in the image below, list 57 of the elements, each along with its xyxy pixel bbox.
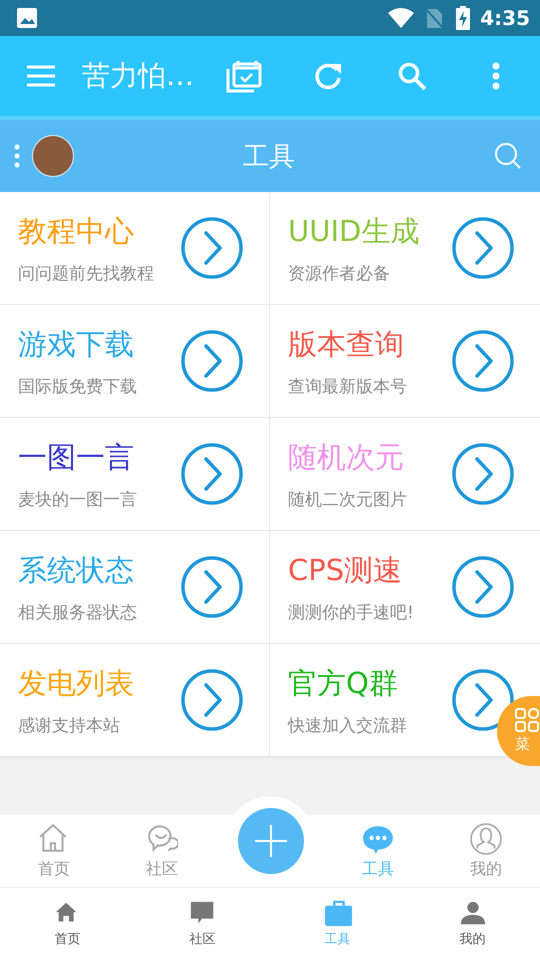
- chevron-circle-icon[interactable]: [452, 556, 514, 618]
- plus-icon: [254, 824, 288, 858]
- tool-description: 查询最新版本号: [288, 376, 407, 398]
- tool-title[interactable]: 版本查询: [288, 324, 404, 364]
- tab-item[interactable]: 我的: [458, 900, 486, 948]
- tool-title[interactable]: 一图一言: [18, 438, 134, 478]
- tool-description: 资源作者必备: [288, 262, 390, 284]
- search-icon[interactable]: [494, 142, 522, 170]
- tab-item[interactable]: 首页: [38, 822, 70, 880]
- chevron-circle-icon[interactable]: [181, 330, 243, 392]
- tool-title[interactable]: 随机次元: [288, 438, 404, 478]
- chevron-circle-icon[interactable]: [452, 217, 514, 279]
- no-sim-icon: [424, 7, 444, 29]
- status-time: 4:35: [480, 6, 530, 30]
- tool-title[interactable]: CPS测速: [288, 550, 402, 590]
- briefcase-icon: [324, 900, 352, 928]
- tool-title[interactable]: 教程中心: [18, 212, 134, 252]
- tool-description: 相关服务器状态: [18, 602, 137, 624]
- chevron-circle-icon[interactable]: [452, 330, 514, 392]
- battery-charging-icon: [456, 6, 470, 30]
- tab-item[interactable]: 工具: [324, 900, 352, 948]
- tab-item[interactable]: 社区: [146, 822, 178, 880]
- search-icon[interactable]: [397, 61, 427, 91]
- tool-description: 快速加入交流群: [288, 714, 407, 736]
- tool-description: 测测你的手速吧!: [288, 602, 414, 624]
- grid-icon: [515, 708, 540, 732]
- tab-item[interactable]: 首页: [54, 900, 82, 948]
- tool-description: 麦块的一图一言: [18, 488, 137, 510]
- tool-title[interactable]: 官方Q群: [288, 664, 398, 704]
- tool-description: 国际版免费下载: [18, 376, 137, 398]
- image-icon: [16, 7, 38, 29]
- chevron-circle-icon[interactable]: [452, 443, 514, 505]
- more-icon[interactable]: [14, 144, 20, 168]
- refresh-icon[interactable]: [313, 61, 343, 91]
- menu-icon[interactable]: [26, 65, 56, 87]
- person-icon: [470, 822, 502, 854]
- chevron-circle-icon[interactable]: [181, 443, 243, 505]
- tool-title[interactable]: UUID生成: [288, 212, 420, 252]
- avatar[interactable]: [32, 135, 74, 177]
- tool-description: 随机二次元图片: [288, 488, 407, 510]
- chevron-circle-icon[interactable]: [452, 669, 514, 731]
- chevron-circle-icon[interactable]: [181, 217, 243, 279]
- tab-item[interactable]: 我的: [470, 822, 502, 880]
- tool-description: 感谢支持本站: [18, 714, 120, 736]
- tool-title[interactable]: 游戏下载: [18, 324, 134, 364]
- section-title: 工具: [242, 140, 296, 174]
- tab-item[interactable]: 社区: [188, 900, 216, 948]
- tool-title[interactable]: 系统状态: [18, 550, 134, 590]
- more-icon[interactable]: [492, 62, 500, 90]
- chevron-circle-icon[interactable]: [181, 556, 243, 618]
- tool-description: 问问题前先找教程: [18, 262, 154, 284]
- tab-item[interactable]: 工具: [362, 822, 394, 880]
- chevron-circle-icon[interactable]: [181, 669, 243, 731]
- app-title: 苦力怕…: [82, 58, 195, 94]
- tool-title[interactable]: 发电列表: [18, 664, 134, 704]
- wifi-icon: [388, 8, 414, 28]
- calendar-check-icon[interactable]: [226, 59, 262, 93]
